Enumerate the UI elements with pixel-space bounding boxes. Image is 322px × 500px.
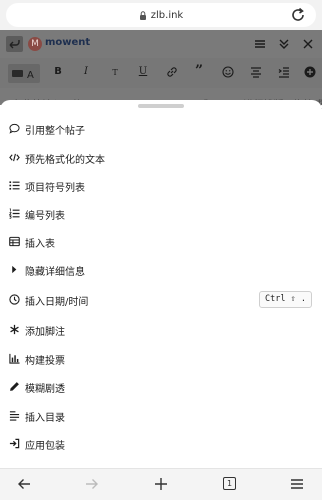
forward-arrow-icon[interactable] [85, 477, 99, 491]
menu-item-label: 项目符号列表 [25, 183, 85, 194]
username[interactable]: mowent [45, 37, 90, 48]
menu-item-label: 插入日期/时间 [25, 297, 89, 308]
code-icon [9, 153, 20, 162]
format-toolbar: A B I T U ” [0, 58, 322, 88]
menu-item-label: 模糊剧透 [25, 384, 65, 395]
align-center-icon[interactable] [248, 66, 264, 78]
menu-item-preformatted[interactable]: 预先格式化的文本 [0, 144, 322, 172]
sheet-handle[interactable] [138, 104, 184, 108]
chart-icon [9, 353, 20, 364]
keyboard-icon: A [12, 70, 34, 81]
menu-item-label: 隐藏详细信息 [25, 267, 85, 278]
reply-arrow-icon [9, 40, 20, 49]
asterisk-icon [10, 324, 19, 335]
composer-backdrop: M mowent A B I T U ” [0, 30, 322, 111]
clock-icon [9, 294, 20, 305]
browser-address-area: zlb.ink [0, 0, 322, 30]
underline-button[interactable]: U [135, 66, 151, 77]
indent-icon[interactable] [276, 66, 292, 78]
numbered-list-icon [9, 208, 20, 219]
menu-item-label: 预先格式化的文本 [25, 155, 105, 166]
menu-item-blur-spoiler[interactable]: 模糊剧透 [0, 373, 322, 401]
url-text: zlb.ink [150, 9, 184, 21]
link-icon[interactable] [164, 66, 180, 78]
options-sheet: 引用整个帖子 预先格式化的文本 项目符号列表 编号列表 插入表 隐藏详细信息 插… [0, 100, 322, 468]
menu-item-numbered-list[interactable]: 编号列表 [0, 200, 322, 228]
menu-item-label: 应用包装 [25, 441, 65, 452]
menu-item-label: 构建投票 [25, 356, 65, 367]
sign-in-icon [9, 438, 20, 449]
add-icon[interactable] [302, 66, 318, 78]
menu-item-add-footnote[interactable]: 添加脚注 [0, 316, 322, 344]
menu-item-label: 编号列表 [25, 211, 65, 222]
menu-item-label: 引用整个帖子 [25, 126, 85, 137]
menu-item-bullet-list[interactable]: 项目符号列表 [0, 172, 322, 200]
toc-icon [9, 411, 20, 421]
reply-button[interactable] [6, 36, 23, 52]
lock-icon [139, 10, 146, 20]
menu-item-insert-toc[interactable]: 插入目录 [0, 402, 322, 430]
menu-item-apply-wrapper[interactable]: 应用包装 [0, 430, 322, 458]
menu-item-label: 插入目录 [25, 413, 65, 424]
table-icon [9, 236, 20, 247]
svg-text:A: A [27, 70, 34, 81]
new-tab-plus-icon[interactable] [154, 477, 168, 491]
collapse-icon[interactable] [278, 38, 290, 50]
back-arrow-icon[interactable] [17, 477, 31, 491]
bold-button[interactable]: B [50, 66, 66, 77]
menu-item-label: 插入表 [25, 239, 55, 250]
quote-bubble-icon [9, 123, 20, 134]
italic-button[interactable]: I [78, 66, 94, 77]
keyboard-shortcut: Ctrl ⇧ . [259, 291, 312, 308]
menu-item-hide-details[interactable]: 隐藏详细信息 [0, 256, 322, 284]
tab-switcher-button[interactable]: 1 [223, 477, 236, 490]
caret-right-icon [12, 265, 17, 274]
browser-menu-icon[interactable] [290, 477, 304, 491]
url-bar[interactable]: zlb.ink [6, 3, 316, 27]
emoji-icon[interactable] [220, 66, 236, 78]
close-icon[interactable] [302, 38, 314, 50]
composer-header: M mowent [0, 30, 322, 58]
quote-button[interactable]: ” [191, 63, 207, 79]
browser-bottom-bar: 1 [0, 468, 322, 500]
menu-item-label: 添加脚注 [25, 327, 65, 338]
pencil-icon [10, 382, 19, 391]
menu-item-build-poll[interactable]: 构建投票 [0, 345, 322, 373]
heading-button[interactable]: T [107, 68, 123, 77]
menu-item-insert-table[interactable]: 插入表 [0, 228, 322, 256]
rich-text-toggle[interactable]: A [8, 64, 40, 83]
menu-icon[interactable] [254, 38, 266, 50]
menu-item-insert-datetime[interactable]: 插入日期/时间 Ctrl ⇧ . [0, 286, 322, 314]
menu-item-quote-post[interactable]: 引用整个帖子 [0, 115, 322, 143]
reload-icon[interactable] [290, 7, 306, 23]
bullet-list-icon [9, 181, 20, 190]
avatar: M [28, 37, 42, 51]
